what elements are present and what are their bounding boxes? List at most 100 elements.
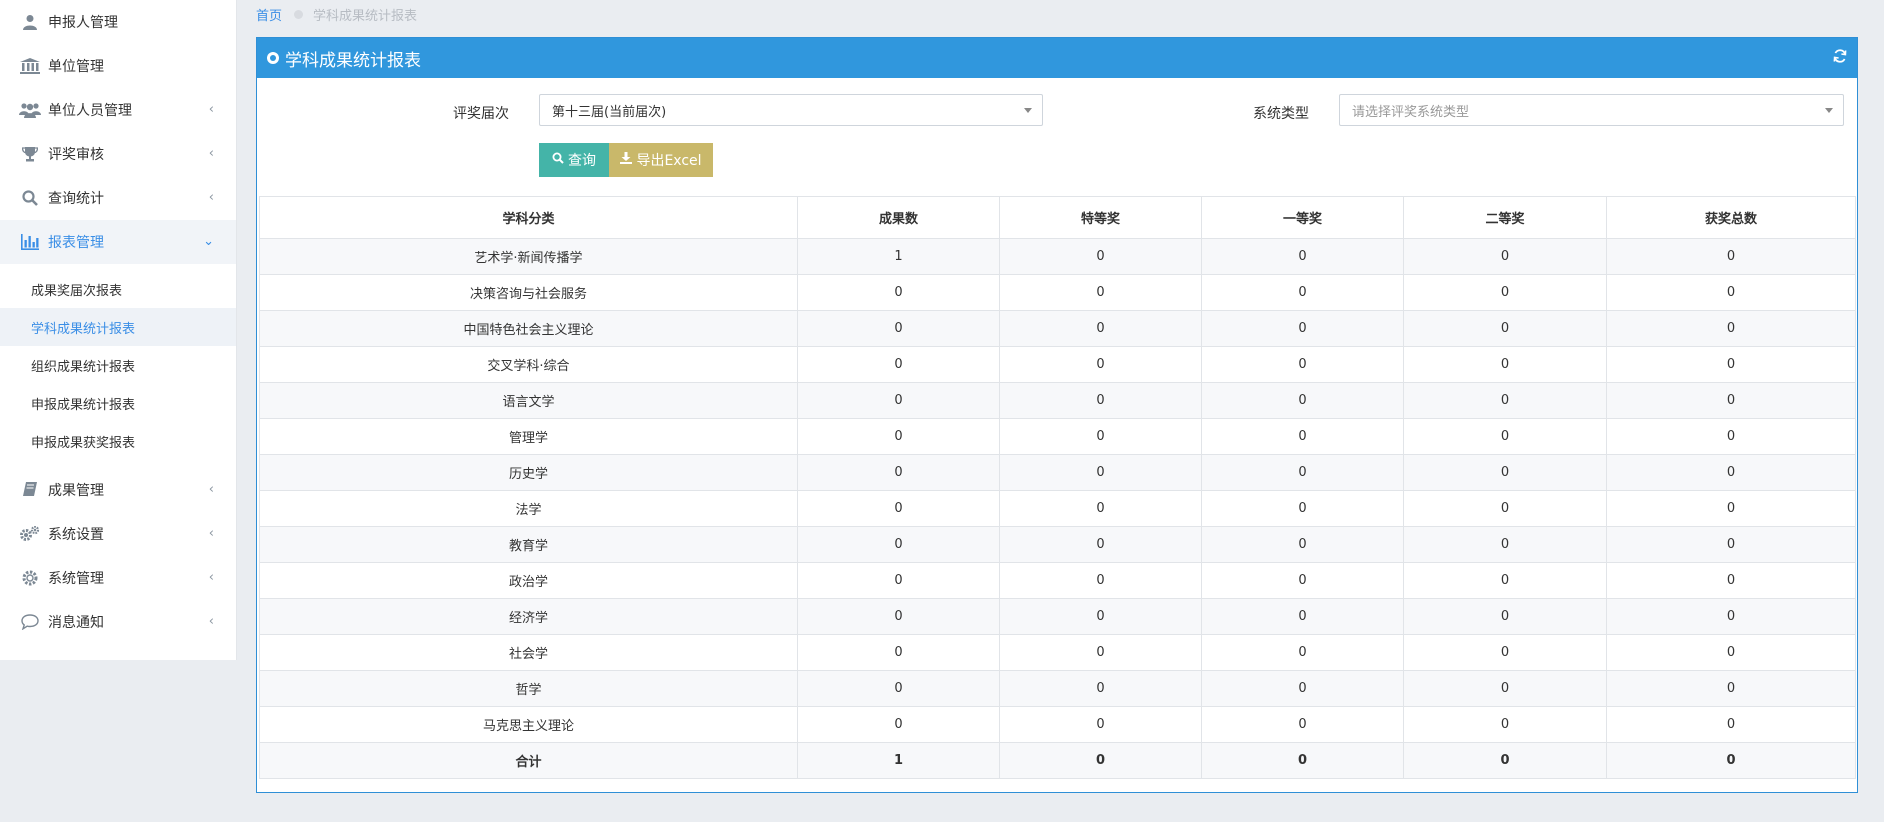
sidebar-item-units[interactable]: 单位管理 [0,44,236,88]
table-row: 中国特色社会主义理论 0 0 0 0 0 [259,310,1856,347]
sidebar-item-label: 评奖审核 [48,147,104,163]
subject-stats-table: 学科分类 成果数 特等奖 一等奖 二等奖 获奖总数 艺术学·新闻传播学 1 0 0 0 0… [259,196,1856,779]
submenu-award-session-report[interactable]: 成果奖届次报表 [0,270,236,308]
table-row: 教育学 0 0 0 0 0 [259,526,1856,563]
table-cell: 马克思主义理论 [259,706,798,743]
chevron-left-icon: ‹ [208,102,214,117]
sidebar-item-reports[interactable]: 报表管理 ⌄ [0,220,236,264]
table-cell: 0 [1606,418,1856,455]
table-body: 艺术学·新闻传播学 1 0 0 0 0 决策咨询与社会服务 0 0 0 0 0 中国特色社会主义理论 0 0… [259,238,1856,779]
table-cell: 1 [797,238,1000,275]
table-row: 经济学 0 0 0 0 0 [259,598,1856,635]
sidebar-item-label: 申报人管理 [48,15,118,31]
table-cell: 0 [1201,706,1404,743]
table-cell: 0 [1201,454,1404,491]
table-cell: 0 [999,454,1202,491]
table-cell: 0 [999,598,1202,635]
system-type-placeholder: 请选择评奖系统类型 [1352,104,1470,120]
submenu-apply-award-report[interactable]: 申报成果获奖报表 [0,422,236,460]
table-cell: 0 [1201,274,1404,311]
table-cell: 0 [1606,238,1856,275]
table-cell: 0 [1606,706,1856,743]
table-cell: 0 [1403,454,1607,491]
table-cell: 0 [999,706,1202,743]
sidebar-item-system-settings[interactable]: 系统设置 ‹ [0,512,236,556]
sidebar-item-label: 系统管理 [48,571,104,587]
table-cell: 社会学 [259,634,798,671]
table-cell: 0 [1606,670,1856,707]
table-cell: 0 [999,634,1202,671]
table-cell: 0 [797,274,1000,311]
sidebar-item-label: 单位管理 [48,59,104,75]
submenu-apply-stats-report[interactable]: 申报成果统计报表 [0,384,236,422]
table-cell: 交叉学科·综合 [259,346,798,383]
chevron-left-icon: ‹ [208,570,214,585]
sidebar-item-label: 查询统计 [48,191,104,207]
sidebar-item-unit-staff[interactable]: 单位人员管理 ‹ [0,88,236,132]
table-cell: 0 [1201,526,1404,563]
chevron-left-icon: ‹ [208,526,214,541]
table-row: 管理学 0 0 0 0 0 [259,418,1856,455]
breadcrumb-home-link[interactable]: 首页 [256,5,282,24]
award-session-value: 第十三届(当前届次) [552,104,667,120]
table-total-cell: 0 [1606,742,1856,779]
table-cell: 0 [1201,310,1404,347]
table-cell: 0 [1201,238,1404,275]
table-total-cell: 0 [999,742,1202,779]
submenu-org-stats-report[interactable]: 组织成果统计报表 [0,346,236,384]
table-cell: 0 [1403,490,1607,527]
user-icon [18,12,42,32]
query-button[interactable]: 查询 [539,143,609,177]
table-row: 艺术学·新闻传播学 1 0 0 0 0 [259,238,1856,275]
table-cell: 0 [1201,598,1404,635]
table-cell: 中国特色社会主义理论 [259,310,798,347]
table-total-cell: 1 [797,742,1000,779]
table-cell: 0 [1403,706,1607,743]
table-cell: 0 [797,382,1000,419]
report-panel: 学科成果统计报表 评奖届次 第十三届(当前届次) 系统类型 请选择评奖系统类型 … [256,37,1858,793]
award-session-select[interactable]: 第十三届(当前届次) [539,94,1043,126]
column-header: 一等奖 [1201,196,1404,239]
submenu-subject-stats-report[interactable]: 学科成果统计报表 [0,308,236,346]
table-cell: 0 [1201,346,1404,383]
table-cell: 0 [1606,526,1856,563]
sidebar-item-query-stats[interactable]: 查询统计 ‹ [0,176,236,220]
sidebar-item-label: 报表管理 [48,235,104,251]
sidebar-item-review[interactable]: 评奖审核 ‹ [0,132,236,176]
table-cell: 艺术学·新闻传播学 [259,238,798,275]
table-row: 马克思主义理论 0 0 0 0 0 [259,706,1856,743]
table-cell: 0 [1403,382,1607,419]
system-type-select[interactable]: 请选择评奖系统类型 [1339,94,1844,126]
table-row: 决策咨询与社会服务 0 0 0 0 0 [259,274,1856,311]
table-header-row: 学科分类 成果数 特等奖 一等奖 二等奖 获奖总数 [259,196,1856,239]
chevron-left-icon: ‹ [208,482,214,497]
chevron-left-icon: ‹ [208,614,214,629]
table-cell: 0 [1201,562,1404,599]
table-cell: 0 [999,418,1202,455]
table-cell: 0 [1606,562,1856,599]
sidebar-item-system-management[interactable]: 系统管理 ‹ [0,556,236,600]
table-cell: 0 [1403,598,1607,635]
system-type-label: 系统类型 [1253,106,1309,122]
export-excel-button[interactable]: 导出Excel [609,143,713,177]
table-cell: 0 [797,526,1000,563]
chevron-left-icon: ‹ [208,190,214,205]
table-row: 历史学 0 0 0 0 0 [259,454,1856,491]
breadcrumb-current: 学科成果统计报表 [313,8,418,24]
table-cell: 0 [797,562,1000,599]
sidebar-item-notifications[interactable]: 消息通知 ‹ [0,600,236,644]
sidebar-item-results[interactable]: 成果管理 ‹ [0,468,236,512]
table-cell: 0 [1201,634,1404,671]
refresh-icon[interactable] [1833,48,1847,67]
table-cell: 0 [999,382,1202,419]
table-cell: 哲学 [259,670,798,707]
breadcrumb-separator-icon [294,9,304,19]
table-cell: 0 [1403,310,1607,347]
sidebar-item-applicant[interactable]: 申报人管理 [0,0,236,44]
table-cell: 0 [1403,670,1607,707]
table-cell: 0 [1403,562,1607,599]
table-cell: 0 [999,490,1202,527]
table-total-cell: 合计 [259,742,798,779]
table-cell: 0 [999,526,1202,563]
column-header: 学科分类 [259,196,798,239]
